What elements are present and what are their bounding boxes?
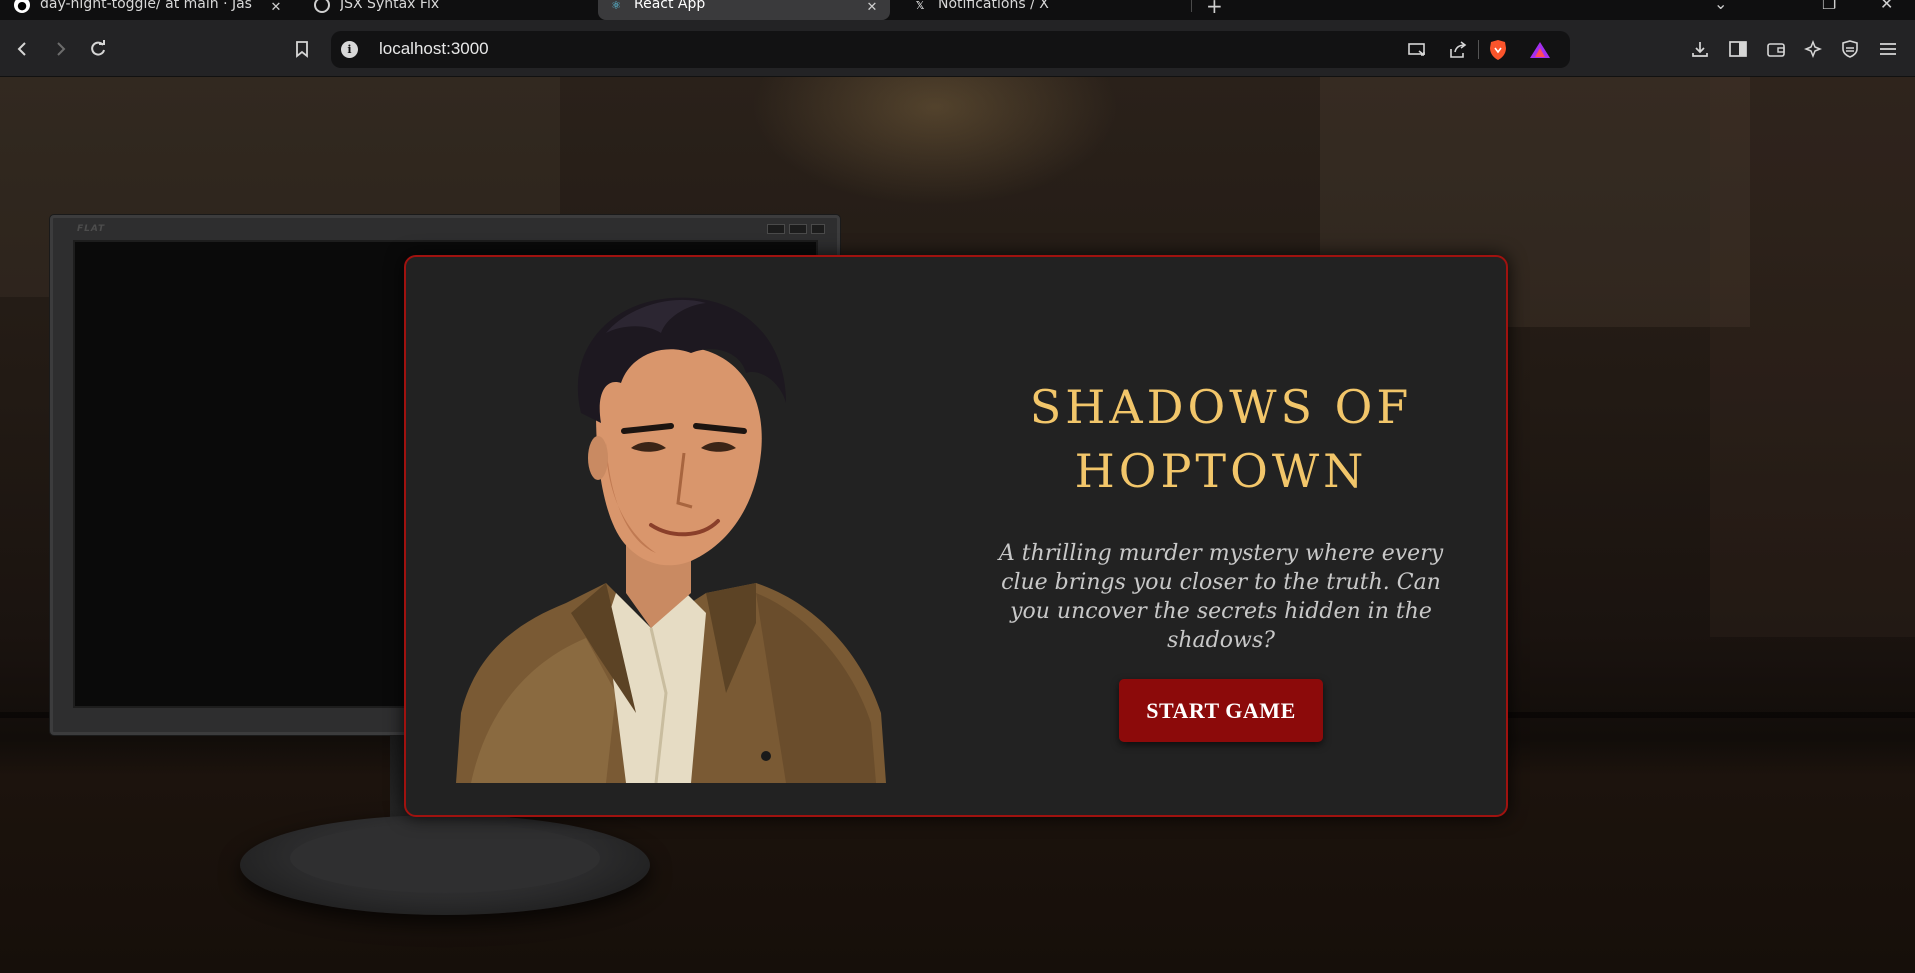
detective-portrait bbox=[456, 297, 886, 783]
tab-divider bbox=[1191, 0, 1192, 12]
bookmark-button[interactable] bbox=[288, 35, 316, 63]
react-icon: ⚛ bbox=[611, 0, 621, 12]
game-title: SHADOWS OF HOPTOWN bbox=[1029, 380, 1413, 498]
monitor-base bbox=[240, 815, 650, 915]
monitor-button bbox=[811, 224, 825, 234]
brave-shield-icon[interactable] bbox=[1487, 39, 1509, 61]
address-bar[interactable]: i localhost:3000 bbox=[331, 31, 1570, 68]
sidebar-button[interactable] bbox=[1724, 35, 1752, 63]
restore-window-icon[interactable]: ❐ bbox=[1822, 0, 1836, 13]
back-button[interactable] bbox=[9, 35, 37, 63]
wallet-button[interactable] bbox=[1762, 35, 1790, 63]
close-icon[interactable]: ✕ bbox=[268, 0, 284, 15]
leo-ai-button[interactable] bbox=[1799, 35, 1827, 63]
close-window-icon[interactable]: ✕ bbox=[1880, 0, 1893, 13]
bookmark-icon bbox=[296, 41, 308, 58]
monitor-base-inner bbox=[290, 823, 600, 893]
wallet-icon bbox=[1767, 43, 1785, 57]
tab-github[interactable]: ● day-night-toggle/ at main · Jas ✕ bbox=[4, 0, 294, 20]
download-button[interactable] bbox=[1686, 35, 1714, 63]
cast-icon[interactable] bbox=[1406, 39, 1428, 61]
tab-react-app[interactable]: ⚛ React App ✕ bbox=[598, 0, 890, 20]
x-icon: 𝕏 bbox=[915, 0, 925, 12]
menu-button[interactable] bbox=[1874, 35, 1902, 63]
monitor-button bbox=[767, 224, 785, 234]
reload-button[interactable] bbox=[84, 35, 112, 63]
tab-search-chevron-icon[interactable]: ⌄ bbox=[1714, 0, 1727, 13]
brave-rewards-icon[interactable] bbox=[1529, 39, 1551, 61]
tab-label: Notifications / X bbox=[938, 0, 1049, 12]
game-intro-content: SHADOWS OF HOPTOWN A thrilling murder my… bbox=[966, 375, 1476, 742]
address-text[interactable]: localhost:3000 bbox=[379, 39, 489, 59]
vpn-icon bbox=[1842, 40, 1858, 58]
browser-toolbar: i localhost:3000 bbox=[0, 20, 1915, 77]
tab-notifications-x[interactable]: 𝕏 Notifications / X bbox=[902, 0, 1192, 20]
tab-strip: ● day-night-toggle/ at main · Jas ✕ JSX … bbox=[0, 0, 1915, 20]
chatgpt-icon bbox=[314, 0, 330, 13]
background-wall bbox=[1710, 77, 1915, 637]
game-description: A thrilling murder mystery where every c… bbox=[998, 541, 1444, 653]
leo-ai-icon bbox=[1804, 40, 1822, 58]
game-intro-card: SHADOWS OF HOPTOWN A thrilling murder my… bbox=[404, 255, 1508, 817]
forward-button[interactable] bbox=[46, 35, 74, 63]
vpn-button[interactable] bbox=[1836, 35, 1864, 63]
monitor-brand: FLAT bbox=[77, 224, 106, 234]
download-icon bbox=[1692, 42, 1708, 57]
new-tab-button[interactable]: + bbox=[1206, 0, 1223, 18]
page-viewport: FLAT SHADOWS OF HOPTOWN A thrilling murd… bbox=[0, 77, 1915, 973]
reload-icon bbox=[91, 40, 105, 56]
close-icon[interactable]: ✕ bbox=[864, 0, 880, 15]
back-icon bbox=[17, 42, 26, 56]
menu-icon bbox=[1880, 43, 1896, 55]
tab-label: day-night-toggle/ at main · Jas bbox=[40, 0, 252, 12]
share-icon[interactable] bbox=[1447, 39, 1469, 61]
tab-label: React App bbox=[634, 0, 706, 12]
github-icon: ● bbox=[14, 0, 30, 13]
sidebar-icon bbox=[1729, 41, 1747, 57]
tab-jsx-syntax-fix[interactable]: JSX Syntax Fix bbox=[304, 0, 594, 20]
tab-label: JSX Syntax Fix bbox=[340, 0, 440, 12]
forward-icon bbox=[57, 42, 66, 56]
monitor-button bbox=[789, 224, 807, 234]
site-info-icon[interactable]: i bbox=[341, 41, 358, 58]
start-game-button[interactable]: START GAME bbox=[1119, 679, 1323, 742]
address-divider bbox=[1478, 40, 1479, 59]
